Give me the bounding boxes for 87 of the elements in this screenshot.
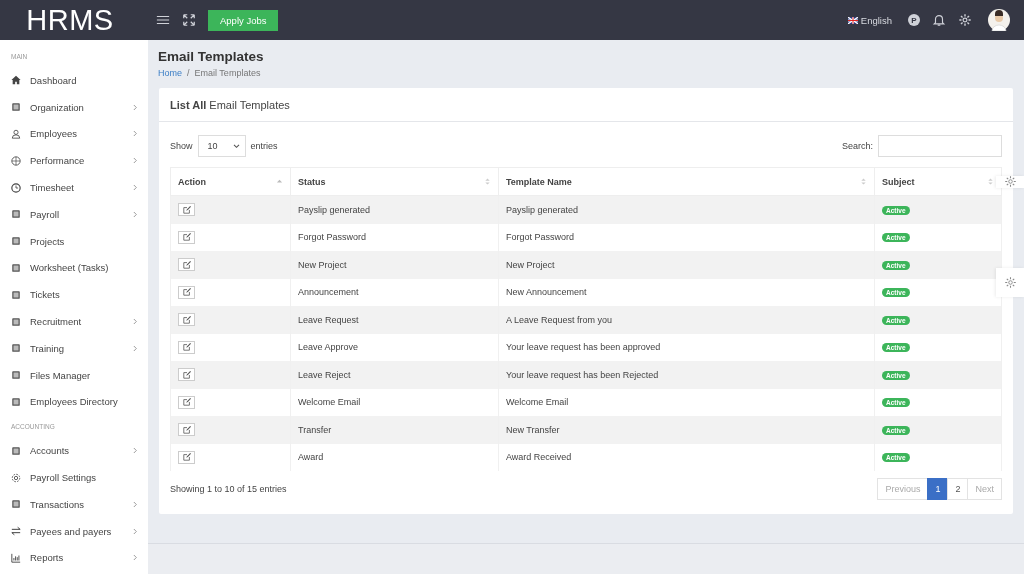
sidebar-item[interactable]: Payroll (0, 201, 148, 228)
breadcrumb-separator: / (187, 68, 190, 78)
clock-icon (11, 182, 21, 193)
logo[interactable]: HRMS (0, 3, 140, 37)
avatar[interactable] (988, 9, 1010, 31)
edit-button[interactable] (178, 368, 195, 382)
sidebar-item[interactable]: Recruitment (0, 308, 148, 335)
exchange-icon (11, 526, 21, 537)
column-header[interactable]: Action (170, 167, 291, 196)
table-cell: Payslip generated (498, 195, 875, 224)
table-cell: A Leave Request from you (498, 306, 875, 334)
table-cell: New Project (290, 251, 499, 279)
edit-button[interactable] (178, 285, 195, 299)
table-cell: Award (290, 443, 499, 471)
table-cell: Payslip generated (290, 195, 499, 224)
profile-badge[interactable]: P (908, 14, 920, 26)
sidebar-item[interactable]: Training (0, 334, 148, 362)
table-cell: Leave Request (290, 306, 499, 334)
entries-select[interactable]: 10 (197, 135, 246, 157)
edit-button[interactable] (178, 230, 195, 244)
sidebar-item[interactable]: Worksheet (Tasks) (0, 254, 148, 282)
column-header[interactable]: Status (290, 167, 499, 196)
pagination-button[interactable]: 2 (947, 478, 969, 500)
sidebar-item[interactable]: Organization (0, 93, 148, 121)
edit-icon (182, 343, 191, 352)
edit-button[interactable] (178, 395, 195, 409)
sidebar-item[interactable]: Reports (0, 544, 148, 572)
sidebar-item[interactable]: Employees Directory (0, 388, 148, 416)
edit-icon (182, 233, 191, 242)
table-cell: Your leave request has been Rejected (498, 361, 875, 389)
home-icon (11, 75, 21, 86)
language-selector[interactable]: English (860, 14, 892, 26)
sidebar-item[interactable]: Timesheet (0, 174, 148, 201)
expand-icon[interactable] (182, 13, 196, 27)
edit-button[interactable] (178, 203, 195, 217)
column-header[interactable]: Subject (874, 167, 1002, 196)
gear-icon (11, 472, 21, 483)
pagination-button[interactable]: 1 (927, 478, 949, 500)
edit-icon (182, 398, 191, 407)
page-title: Email Templates (157, 48, 265, 64)
settings-icon (1003, 276, 1017, 289)
show-label: Show (170, 141, 193, 151)
user-icon (11, 129, 21, 139)
sidebar-item[interactable]: Payees and payers (0, 517, 148, 545)
sidebar-item[interactable]: Payroll Settings (0, 464, 148, 491)
sidebar-item[interactable]: Accounts (0, 437, 148, 465)
search-field[interactable] (878, 135, 1002, 157)
edit-icon (182, 370, 191, 379)
table-info: Showing 1 to 10 of 15 entries (170, 484, 287, 494)
settings-icon[interactable] (958, 13, 972, 27)
entries-label: entries (250, 141, 278, 151)
settings-icon (1003, 176, 1017, 188)
settings-tab[interactable] (996, 176, 1024, 188)
edit-button[interactable] (178, 258, 195, 272)
sidebar-item[interactable]: Employees (0, 120, 148, 148)
edit-icon (182, 288, 191, 297)
edit-button[interactable] (178, 423, 195, 437)
sidebar-item[interactable]: Tickets (0, 281, 148, 309)
edit-icon (182, 205, 191, 214)
sidebar-item[interactable]: Files Manager (0, 361, 148, 389)
table-cell: Leave Reject (290, 361, 499, 389)
table-cell: New Transfer (498, 416, 875, 444)
edit-icon (182, 315, 191, 324)
edit-button[interactable] (178, 450, 195, 464)
bar-chart-icon (11, 552, 21, 563)
edit-icon (182, 260, 191, 269)
table-cell: Transfer (290, 416, 499, 444)
sidebar-item[interactable]: Projects (0, 227, 148, 255)
table-cell: Award Received (498, 443, 875, 471)
settings-tab[interactable] (996, 268, 1024, 297)
menu-icon[interactable] (156, 13, 170, 27)
edit-icon (182, 453, 191, 462)
card-title: List All Email Templates (170, 98, 290, 111)
edit-button[interactable] (178, 340, 195, 354)
bell-icon[interactable] (932, 13, 946, 27)
edit-button[interactable] (178, 313, 195, 327)
search-label: Search: (841, 141, 873, 151)
edit-icon (182, 425, 191, 434)
breadcrumb-current: Email Templates (194, 68, 261, 78)
breadcrumb-link[interactable]: Home (158, 68, 182, 78)
sidebar-item[interactable]: Dashboard (0, 67, 148, 94)
table-cell: New Project (498, 251, 875, 279)
sidebar-item[interactable]: Transactions (0, 490, 148, 518)
sidebar-item[interactable]: Performance (0, 147, 148, 175)
caret-icon (232, 143, 240, 149)
flag-icon (847, 16, 858, 24)
column-header[interactable]: Template Name (498, 167, 875, 196)
